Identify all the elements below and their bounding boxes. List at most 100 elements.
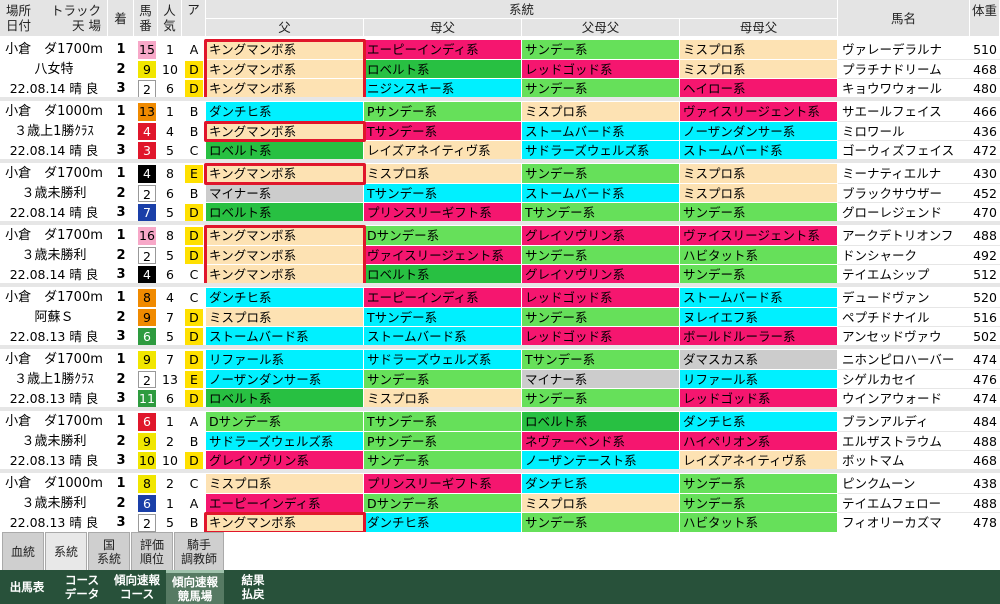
father-mother-father-lineage-cell[interactable]: サンデー系 xyxy=(522,164,680,184)
horse-name[interactable]: ウインアウォード xyxy=(838,389,970,409)
horse-name[interactable]: サエールフェイス xyxy=(838,102,970,122)
father-lineage-cell[interactable]: ミスプロ系 xyxy=(206,307,364,327)
mother-father-lineage-cell[interactable]: プリンスリーギフト系 xyxy=(364,203,522,223)
horse-name[interactable]: ブランアルディ xyxy=(838,412,970,432)
mother-father-lineage-cell[interactable]: ロベルト系 xyxy=(364,265,522,285)
race-info[interactable]: 小倉 ダ1000m ３歳上1勝ｸﾗｽ 22.08.14 晴 良 xyxy=(0,102,108,161)
subtab-4[interactable]: 騎手 調教師 xyxy=(174,532,224,570)
mother-father-lineage-cell[interactable]: ストームバード系 xyxy=(364,327,522,347)
father-mother-father-lineage-cell[interactable]: ストームバード系 xyxy=(522,121,680,141)
mother-father-lineage-cell[interactable]: ヴァイスリージェント系 xyxy=(364,245,522,265)
horse-name[interactable]: ヴァレーデラルナ xyxy=(838,40,970,60)
father-mother-father-lineage-cell[interactable]: ネヴァーベンド系 xyxy=(522,431,680,451)
subtab-3[interactable]: 評価 順位 xyxy=(131,532,173,570)
mother-mother-father-lineage-cell[interactable]: ヘイロー系 xyxy=(680,79,838,99)
mother-father-lineage-cell[interactable]: Pサンデー系 xyxy=(364,431,522,451)
mother-father-lineage-cell[interactable]: サドラーズウェルズ系 xyxy=(364,350,522,370)
nav-tab-2[interactable]: 傾向速報 コース xyxy=(110,570,164,604)
horse-name[interactable]: プラチナドリーム xyxy=(838,59,970,79)
father-mother-father-lineage-cell[interactable]: ミスプロ系 xyxy=(522,102,680,122)
father-lineage-cell[interactable]: ダンチヒ系 xyxy=(206,102,364,122)
mother-father-lineage-cell[interactable]: Pサンデー系 xyxy=(364,102,522,122)
mother-father-lineage-cell[interactable]: ダンチヒ系 xyxy=(364,513,522,533)
horse-name[interactable]: フィオリーカズマ xyxy=(838,513,970,533)
mother-father-lineage-cell[interactable]: ミスプロ系 xyxy=(364,164,522,184)
father-lineage-cell[interactable]: ストームバード系 xyxy=(206,327,364,347)
mother-mother-father-lineage-cell[interactable]: ボールドルーラー系 xyxy=(680,327,838,347)
mother-mother-father-lineage-cell[interactable]: ミスプロ系 xyxy=(680,40,838,60)
nav-tab-4[interactable]: 結果 払戻 xyxy=(228,570,278,604)
mother-father-lineage-cell[interactable]: エーピーインディ系 xyxy=(364,288,522,308)
mother-mother-father-lineage-cell[interactable]: サンデー系 xyxy=(680,493,838,513)
mother-father-lineage-cell[interactable]: Dサンデー系 xyxy=(364,493,522,513)
race-info[interactable]: 小倉 ダ1700m ３歳未勝利 22.08.14 晴 良 xyxy=(0,226,108,285)
mother-mother-father-lineage-cell[interactable]: ダマスカス系 xyxy=(680,350,838,370)
horse-name[interactable]: ブラックサウザー xyxy=(838,183,970,203)
mother-mother-father-lineage-cell[interactable]: ハビタット系 xyxy=(680,513,838,533)
father-lineage-cell[interactable]: キングマンボ系 xyxy=(206,513,364,533)
father-lineage-cell[interactable]: Dサンデー系 xyxy=(206,412,364,432)
father-lineage-cell[interactable]: キングマンボ系 xyxy=(206,79,364,99)
father-lineage-cell[interactable]: キングマンボ系 xyxy=(206,265,364,285)
mother-mother-father-lineage-cell[interactable]: ミスプロ系 xyxy=(680,59,838,79)
mother-mother-father-lineage-cell[interactable]: ハイペリオン系 xyxy=(680,431,838,451)
race-info[interactable]: 小倉 ダ1700m 阿蘇Ｓ 22.08.13 晴 良 xyxy=(0,288,108,347)
father-lineage-cell[interactable]: グレイソヴリン系 xyxy=(206,451,364,471)
mother-mother-father-lineage-cell[interactable]: ノーザンダンサー系 xyxy=(680,121,838,141)
father-mother-father-lineage-cell[interactable]: グレイソヴリン系 xyxy=(522,226,680,246)
horse-name[interactable]: テイエムフェロー xyxy=(838,493,970,513)
mother-mother-father-lineage-cell[interactable]: リファール系 xyxy=(680,369,838,389)
father-lineage-cell[interactable]: ロベルト系 xyxy=(206,141,364,161)
father-mother-father-lineage-cell[interactable]: ミスプロ系 xyxy=(522,493,680,513)
mother-mother-father-lineage-cell[interactable]: ミスプロ系 xyxy=(680,183,838,203)
nav-tab-0[interactable]: 出馬表 xyxy=(0,570,54,604)
father-lineage-cell[interactable]: キングマンボ系 xyxy=(206,245,364,265)
father-lineage-cell[interactable]: キングマンボ系 xyxy=(206,226,364,246)
mother-mother-father-lineage-cell[interactable]: サンデー系 xyxy=(680,265,838,285)
mother-mother-father-lineage-cell[interactable]: サンデー系 xyxy=(680,203,838,223)
horse-name[interactable]: グローレジェンド xyxy=(838,203,970,223)
horse-name[interactable]: デュードヴァン xyxy=(838,288,970,308)
race-info[interactable]: 小倉 ダ1700m ３歳上1勝ｸﾗｽ 22.08.13 晴 良 xyxy=(0,350,108,409)
mother-mother-father-lineage-cell[interactable]: ストームバード系 xyxy=(680,288,838,308)
father-mother-father-lineage-cell[interactable]: レッドゴッド系 xyxy=(522,327,680,347)
horse-name[interactable]: ニホンピロハーバー xyxy=(838,350,970,370)
horse-name[interactable]: アンセッドヴァウ xyxy=(838,327,970,347)
mother-father-lineage-cell[interactable]: エーピーインディ系 xyxy=(364,40,522,60)
father-mother-father-lineage-cell[interactable]: サンデー系 xyxy=(522,513,680,533)
father-lineage-cell[interactable]: キングマンボ系 xyxy=(206,121,364,141)
mother-father-lineage-cell[interactable]: Tサンデー系 xyxy=(364,412,522,432)
mother-father-lineage-cell[interactable]: Tサンデー系 xyxy=(364,121,522,141)
father-mother-father-lineage-cell[interactable]: サドラーズウェルズ系 xyxy=(522,141,680,161)
horse-name[interactable]: テイエムシップ xyxy=(838,265,970,285)
nav-tab-1[interactable]: コース データ xyxy=(56,570,108,604)
mother-mother-father-lineage-cell[interactable]: ハビタット系 xyxy=(680,245,838,265)
father-lineage-cell[interactable]: キングマンボ系 xyxy=(206,164,364,184)
mother-father-lineage-cell[interactable]: レイズアネイティヴ系 xyxy=(364,141,522,161)
mother-father-lineage-cell[interactable]: ニジンスキー系 xyxy=(364,79,522,99)
horse-name[interactable]: エルザストラウム xyxy=(838,431,970,451)
mother-father-lineage-cell[interactable]: Tサンデー系 xyxy=(364,183,522,203)
subtab-1[interactable]: 系統 xyxy=(45,532,87,570)
father-lineage-cell[interactable]: エーピーインディ系 xyxy=(206,493,364,513)
father-mother-father-lineage-cell[interactable]: ダンチヒ系 xyxy=(522,474,680,494)
father-lineage-cell[interactable]: キングマンボ系 xyxy=(206,59,364,79)
race-info[interactable]: 小倉 ダ1000m ３歳未勝利 22.08.13 晴 良 xyxy=(0,474,108,533)
mother-mother-father-lineage-cell[interactable]: サンデー系 xyxy=(680,474,838,494)
horse-name[interactable]: ドンシャーク xyxy=(838,245,970,265)
mother-father-lineage-cell[interactable]: プリンスリーギフト系 xyxy=(364,474,522,494)
father-mother-father-lineage-cell[interactable]: マイナー系 xyxy=(522,369,680,389)
subtab-0[interactable]: 血統 xyxy=(2,532,44,570)
father-mother-father-lineage-cell[interactable]: ストームバード系 xyxy=(522,183,680,203)
father-mother-father-lineage-cell[interactable]: レッドゴッド系 xyxy=(522,288,680,308)
father-mother-father-lineage-cell[interactable]: サンデー系 xyxy=(522,40,680,60)
mother-mother-father-lineage-cell[interactable]: レッドゴッド系 xyxy=(680,389,838,409)
nav-tab-3[interactable]: 傾向速報 競馬場 xyxy=(166,570,224,604)
horse-name[interactable]: ミーナティエルナ xyxy=(838,164,970,184)
mother-father-lineage-cell[interactable]: ミスプロ系 xyxy=(364,389,522,409)
father-lineage-cell[interactable]: マイナー系 xyxy=(206,183,364,203)
mother-mother-father-lineage-cell[interactable]: ダンチヒ系 xyxy=(680,412,838,432)
father-mother-father-lineage-cell[interactable]: ロベルト系 xyxy=(522,412,680,432)
mother-mother-father-lineage-cell[interactable]: ヌレイエフ系 xyxy=(680,307,838,327)
father-mother-father-lineage-cell[interactable]: グレイソヴリン系 xyxy=(522,265,680,285)
